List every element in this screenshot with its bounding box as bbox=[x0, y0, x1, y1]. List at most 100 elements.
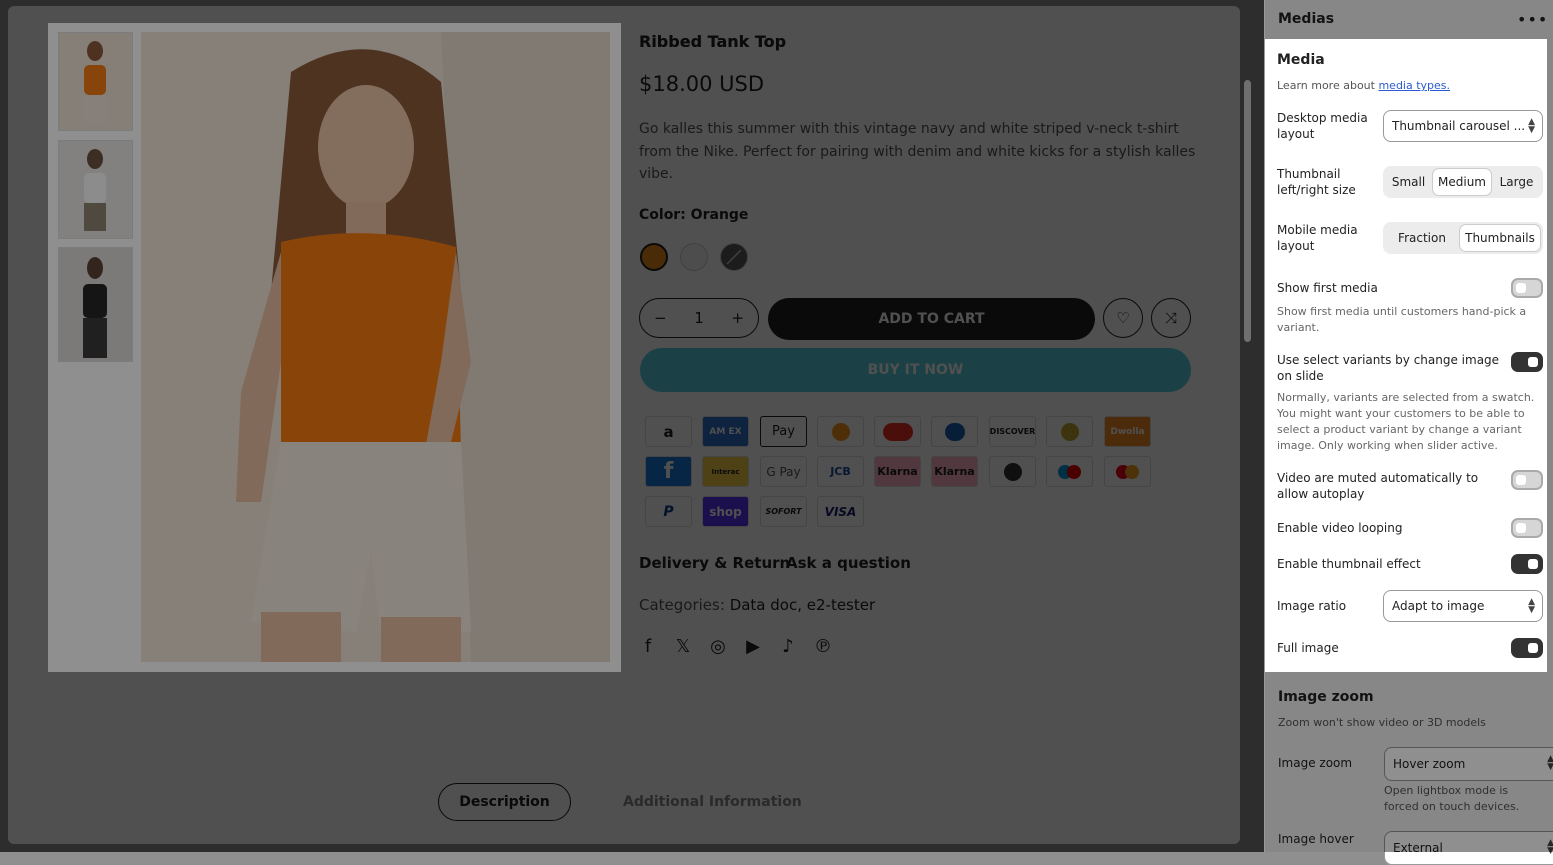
mobile-layout-label: Mobile media layout bbox=[1277, 223, 1358, 253]
buy-now-button[interactable]: BUY IT NOW bbox=[640, 348, 1191, 392]
show-first-media-label: Show first media bbox=[1277, 281, 1378, 295]
google-pay-icon: G Pay bbox=[760, 456, 807, 487]
discover-icon: DISCOVER bbox=[989, 416, 1036, 447]
use-select-variants-toggle[interactable] bbox=[1511, 352, 1543, 372]
sofort-label: SOFORT bbox=[765, 507, 802, 516]
thumbnail-1[interactable] bbox=[58, 32, 133, 131]
mobile-layout-fraction[interactable]: Fraction bbox=[1385, 224, 1459, 252]
learn-more-text: Learn more about media types. bbox=[1277, 79, 1450, 92]
use-select-variants-help: Normally, variants are selected from a s… bbox=[1277, 391, 1535, 452]
show-first-media-toggle[interactable] bbox=[1511, 278, 1543, 298]
thumb-size-small[interactable]: Small bbox=[1385, 168, 1432, 196]
klarna-pay-later-icon: Klarna bbox=[931, 456, 978, 487]
wishlist-button[interactable]: ♡ bbox=[1103, 298, 1143, 338]
mobile-layout-thumbnails[interactable]: Thumbnails bbox=[1459, 224, 1541, 252]
apple-pay-label: Pay bbox=[772, 424, 795, 439]
shuffle-icon: ⤨ bbox=[1164, 309, 1177, 327]
thumbnail-effect-toggle[interactable] bbox=[1511, 554, 1543, 574]
image-hover-label: Image hover bbox=[1278, 832, 1354, 846]
more-icon[interactable]: ••• bbox=[1517, 10, 1548, 29]
interac-icon: Interac bbox=[702, 456, 749, 487]
quantity-stepper[interactable]: − 1 + bbox=[639, 298, 759, 338]
video-looping-label: Enable video looping bbox=[1277, 521, 1403, 535]
tab-description[interactable]: Description bbox=[438, 783, 571, 821]
thumb-size-medium[interactable]: Medium bbox=[1432, 168, 1492, 196]
product-price: $18.00 USD bbox=[639, 72, 765, 96]
shop-pay-label: shop bbox=[709, 504, 742, 519]
media-settings-panel: Media Learn more about media types. Desk… bbox=[1265, 39, 1547, 672]
thumb-size-large[interactable]: Large bbox=[1492, 168, 1541, 196]
video-muted-toggle[interactable] bbox=[1511, 470, 1543, 490]
facebook-icon[interactable]: f bbox=[637, 636, 659, 657]
youtube-icon[interactable]: ▶ bbox=[742, 636, 764, 657]
sidebar-title: Medias bbox=[1278, 11, 1335, 27]
categories-value[interactable]: Data doc, e2-tester bbox=[730, 596, 875, 614]
qty-minus-button[interactable]: − bbox=[654, 309, 667, 327]
discover-label: DISCOVER bbox=[989, 427, 1036, 436]
image-ratio-label: Image ratio bbox=[1277, 599, 1347, 613]
jcb-label: JCB bbox=[830, 465, 851, 478]
heart-icon: ♡ bbox=[1116, 309, 1130, 327]
chevron-updown-icon: ▲ ▼ bbox=[1528, 597, 1535, 615]
dankort-icon bbox=[874, 416, 921, 447]
klarna-icon: Klarna bbox=[874, 456, 921, 487]
video-looping-toggle[interactable] bbox=[1511, 518, 1543, 538]
thumbnail-3[interactable] bbox=[58, 247, 133, 362]
thumbnail-size-label: Thumbnail left/right size bbox=[1277, 167, 1356, 197]
forbrugsforeningen-icon: f bbox=[645, 456, 692, 487]
image-ratio-value: Adapt to image bbox=[1392, 599, 1485, 613]
ask-question-link[interactable]: Ask a question bbox=[786, 554, 911, 572]
image-zoom-value: Hover zoom bbox=[1393, 757, 1466, 771]
tiktok-icon[interactable]: ♪ bbox=[777, 636, 799, 657]
amazon-icon: a bbox=[645, 416, 692, 447]
apple-pay-icon: Pay bbox=[760, 416, 807, 447]
desktop-layout-label: Desktop media layout bbox=[1277, 111, 1368, 141]
pinterest-icon[interactable]: ℗ bbox=[812, 636, 834, 657]
visa-icon: VISA bbox=[817, 496, 864, 527]
qty-plus-button[interactable]: + bbox=[731, 309, 744, 327]
thumbnail-2[interactable] bbox=[58, 140, 133, 239]
dwolla-label: Dwolla bbox=[1110, 426, 1145, 437]
main-product-image[interactable] bbox=[141, 32, 610, 662]
tab-additional-information[interactable]: Additional Information bbox=[623, 794, 802, 810]
color-label: Color: Orange bbox=[639, 207, 749, 223]
learn-more-prefix: Learn more about bbox=[1277, 79, 1379, 92]
preview-scrollbar[interactable] bbox=[1244, 80, 1251, 342]
thumbnail-effect-label: Enable thumbnail effect bbox=[1277, 557, 1421, 571]
swatch-white[interactable] bbox=[680, 243, 708, 271]
thumbnail-size-segmented[interactable]: Small Medium Large bbox=[1383, 166, 1543, 198]
desktop-layout-value: Thumbnail carousel ... bbox=[1392, 119, 1526, 133]
qty-value[interactable]: 1 bbox=[694, 309, 704, 327]
image-zoom-title: Image zoom bbox=[1278, 689, 1374, 705]
bitcoin-icon bbox=[817, 416, 864, 447]
interac-label: Interac bbox=[711, 467, 740, 476]
mobile-layout-segmented[interactable]: Fraction Thumbnails bbox=[1383, 222, 1543, 254]
jcb-icon: JCB bbox=[817, 456, 864, 487]
use-select-variants-label: Use select variants by change image on s… bbox=[1277, 353, 1500, 383]
klarna-label: Klarna bbox=[877, 465, 918, 478]
amex-icon: AM EX bbox=[702, 416, 749, 447]
image-zoom-select[interactable]: Hover zoom ▲ ▼ bbox=[1384, 747, 1553, 781]
show-first-media-help: Show first media until customers hand-pi… bbox=[1277, 305, 1527, 334]
dogecoin-icon bbox=[1046, 416, 1093, 447]
add-to-cart-button[interactable]: ADD TO CART bbox=[768, 298, 1095, 340]
media-panel-title: Media bbox=[1277, 52, 1325, 68]
mastercard-icon bbox=[1104, 456, 1151, 487]
amex-label: AM EX bbox=[709, 426, 742, 437]
compare-button[interactable]: ⤨ bbox=[1151, 298, 1191, 338]
media-types-link[interactable]: media types. bbox=[1378, 79, 1450, 92]
image-ratio-select[interactable]: Adapt to image ▲ ▼ bbox=[1383, 590, 1543, 622]
swatch-black[interactable] bbox=[720, 243, 748, 271]
instagram-icon[interactable]: ◎ bbox=[707, 636, 729, 657]
image-hover-select[interactable]: External ▲ ▼ bbox=[1384, 831, 1553, 865]
desktop-layout-select[interactable]: Thumbnail carousel ... ▲ ▼ bbox=[1383, 110, 1543, 142]
full-image-label: Full image bbox=[1277, 641, 1339, 655]
x-icon[interactable]: 𝕏 bbox=[672, 636, 694, 657]
dwolla-icon: Dwolla bbox=[1104, 416, 1151, 447]
image-zoom-note: Open lightbox mode is forced on touch de… bbox=[1384, 784, 1520, 813]
full-image-toggle[interactable] bbox=[1511, 638, 1543, 658]
swatch-orange[interactable] bbox=[640, 243, 668, 271]
visa-label: VISA bbox=[824, 504, 857, 519]
image-zoom-help: Zoom won't show video or 3D models bbox=[1278, 716, 1486, 729]
delivery-return-link[interactable]: Delivery & Return bbox=[639, 554, 790, 572]
